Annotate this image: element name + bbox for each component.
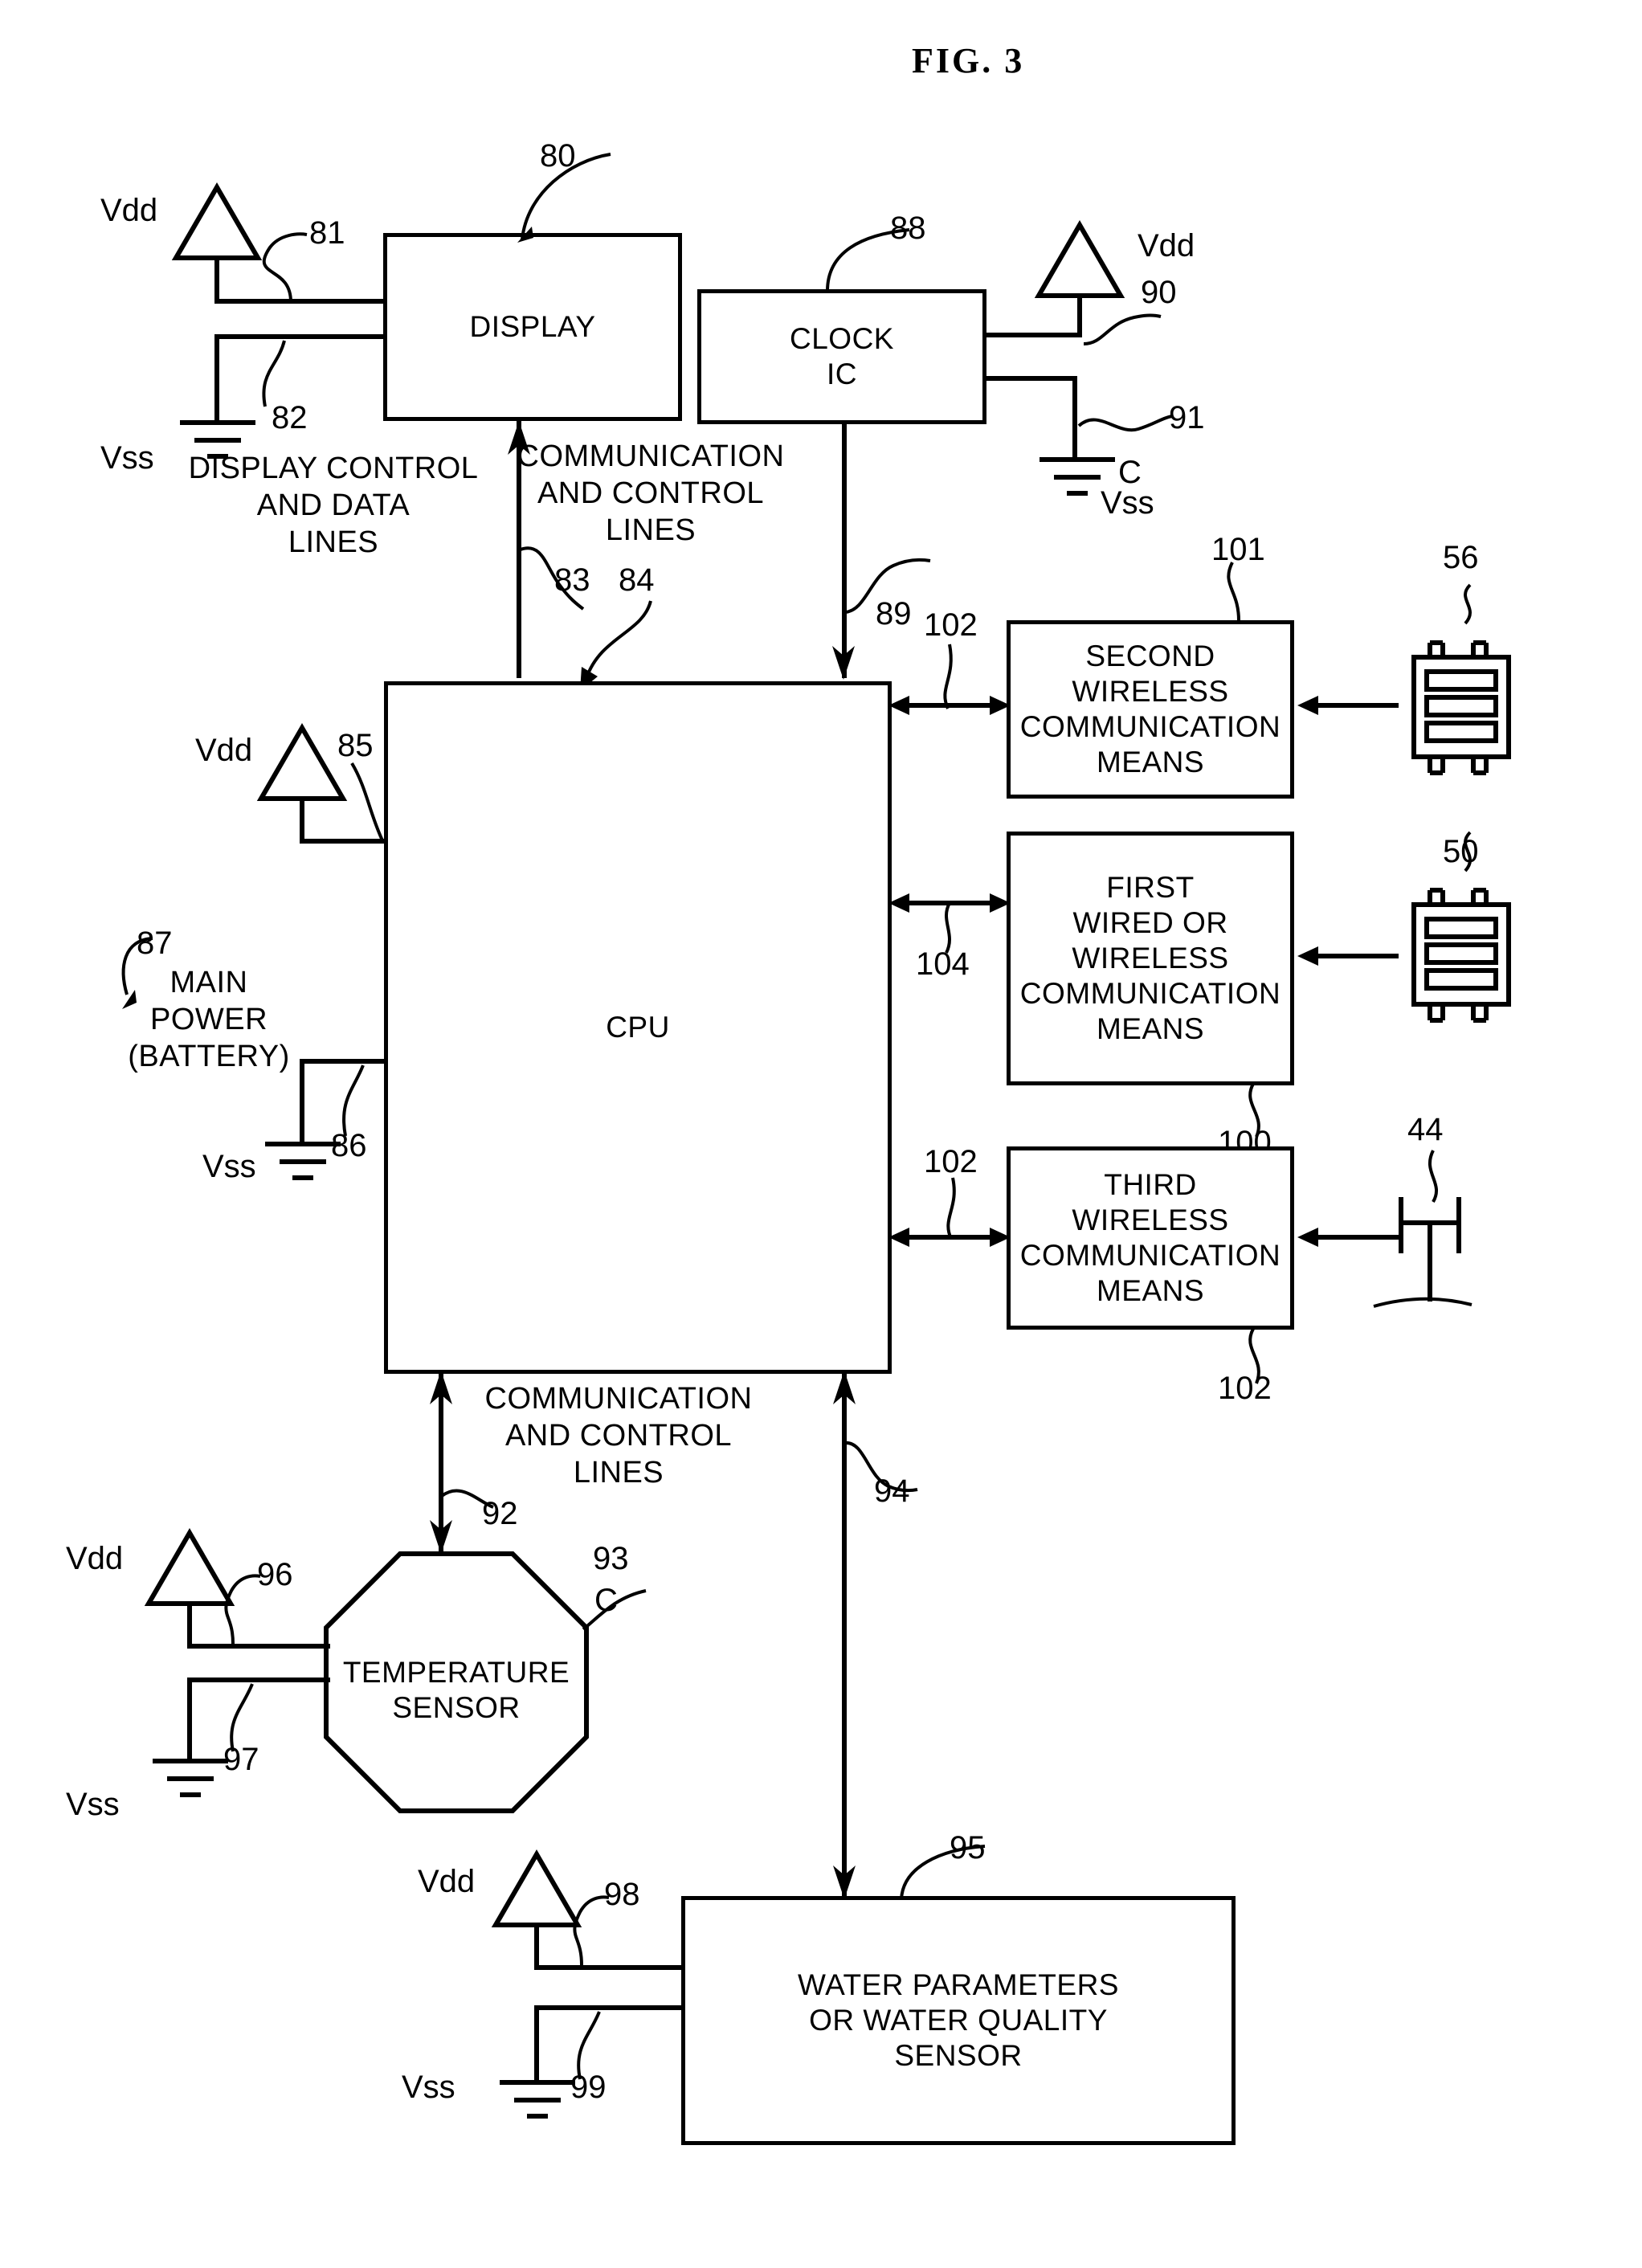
- cpu-block-label: CPU: [606, 1011, 670, 1044]
- ref-102-top: 102: [924, 607, 978, 643]
- leader-85: [350, 762, 384, 841]
- ref-44: 44: [1407, 1112, 1444, 1147]
- ref-94: 94: [874, 1473, 910, 1509]
- arrow-up-to-display-icon: [508, 421, 530, 455]
- second-wireless-block-label: SECOND WIRELESS COMMUNICATION MEANS: [1019, 640, 1281, 778]
- ref-88: 88: [890, 210, 926, 246]
- display-block-label: DISPLAY: [469, 310, 596, 343]
- temperature-sensor-label: TEMPERATURE SENSOR: [342, 1656, 570, 1724]
- vss-label-91: Vss: [1101, 485, 1154, 521]
- vdd-85-stem: [300, 797, 304, 844]
- ref-56: 56: [1443, 540, 1479, 575]
- main-power-label: MAIN POWER (BATTERY): [128, 966, 290, 1073]
- ref-86: 86: [331, 1128, 367, 1163]
- vss-label-97: Vss: [66, 1787, 120, 1822]
- ref-92: 92: [482, 1496, 518, 1531]
- ref-97: 97: [223, 1742, 259, 1777]
- vss-label-99: Vss: [402, 2070, 455, 2105]
- ref-93: 93: [593, 1541, 629, 1576]
- figure-title: FIG. 3: [912, 41, 1025, 80]
- vdd-96-stem: [187, 1602, 192, 1649]
- ref-84: 84: [619, 562, 655, 598]
- vdd-label-98: Vdd: [418, 1864, 476, 1899]
- ref-82: 82: [272, 400, 308, 435]
- ref-104: 104: [916, 946, 970, 982]
- cpu-block[interactable]: CPU: [384, 681, 892, 1374]
- vss-99-stem: [534, 2005, 539, 2084]
- vss-91-wire: [986, 376, 1077, 381]
- ref-85: 85: [337, 728, 374, 763]
- ref-90: 90: [1141, 275, 1177, 310]
- display-block[interactable]: DISPLAY: [383, 233, 682, 421]
- vss-86-stem: [300, 1059, 304, 1146]
- ref-98: 98: [604, 1877, 640, 1912]
- water-sensor-block[interactable]: WATER PARAMETERS OR WATER QUALITY SENSOR: [681, 1896, 1236, 2145]
- arrow-up-to-cpu-92-icon: [430, 1371, 452, 1404]
- clock-ic-block[interactable]: CLOCK IC: [697, 289, 986, 424]
- ref-102-bottom: 102: [1218, 1371, 1272, 1406]
- arrow-down-to-cpu-icon: [832, 646, 855, 680]
- vdd-90-wire: [986, 333, 1082, 337]
- third-wireless-block[interactable]: THIRD WIRELESS COMMUNICATION MEANS: [1007, 1146, 1294, 1330]
- vdd-label-96: Vdd: [66, 1541, 124, 1576]
- ref-91: 91: [1169, 400, 1205, 435]
- arrow-second-wireless-device56-icon: [1297, 696, 1399, 715]
- vdd-label-85: Vdd: [195, 733, 253, 768]
- ref-101: 101: [1211, 532, 1265, 567]
- filter-cartridge-56-icon: [1411, 640, 1511, 775]
- second-wireless-block[interactable]: SECOND WIRELESS COMMUNICATION MEANS: [1007, 620, 1294, 799]
- ref-102-mid: 102: [924, 1144, 978, 1179]
- vss-97-stem: [187, 1678, 192, 1763]
- leader-56: [1464, 583, 1472, 625]
- arrow-up-to-cpu-94-icon: [833, 1371, 856, 1404]
- ref-99: 99: [570, 2070, 607, 2105]
- vss-82-stem: [214, 334, 219, 424]
- leader-102-mid: [946, 1177, 956, 1240]
- third-wireless-block-label: THIRD WIRELESS COMMUNICATION MEANS: [1019, 1168, 1281, 1307]
- arrow-first-wireless-device50-icon: [1297, 946, 1399, 966]
- first-wired-wireless-block-label: FIRST WIRED OR WIRELESS COMMUNICATION ME…: [1019, 871, 1281, 1045]
- ref-89: 89: [876, 596, 912, 631]
- vss-label-82: Vss: [100, 440, 154, 476]
- clock-ic-block-label: CLOCK IC: [790, 322, 894, 390]
- leader-44: [1428, 1150, 1439, 1203]
- ref-95: 95: [950, 1830, 986, 1865]
- vdd-81-stem: [214, 257, 219, 304]
- ref-83: 83: [554, 562, 590, 598]
- vss-label-86: Vss: [202, 1149, 256, 1184]
- first-wired-wireless-block[interactable]: FIRST WIRED OR WIRELESS COMMUNICATION ME…: [1007, 832, 1294, 1085]
- vdd-label-90: Vdd: [1138, 228, 1195, 264]
- filter-cartridge-50-icon: [1411, 888, 1511, 1023]
- vdd-label-81: Vdd: [100, 193, 158, 228]
- water-sensor-block-label: WATER PARAMETERS OR WATER QUALITY SENSOR: [798, 1968, 1119, 2072]
- leader-102-top: [943, 644, 953, 709]
- figure-canvas: FIG. 3 Vdd 81 82 Vss DISPLAY 80 CLOCK IC…: [0, 0, 1642, 2268]
- ref-50: 50: [1443, 834, 1479, 869]
- ref-81: 81: [309, 215, 345, 251]
- vdd-98-stem: [534, 1923, 539, 1970]
- cap-label-93: C: [594, 1583, 618, 1618]
- ref-96: 96: [257, 1557, 293, 1592]
- ref-87: 87: [137, 926, 173, 961]
- ref-80: 80: [540, 138, 576, 174]
- display-control-lines-label: DISPLAY CONTROL AND DATA LINES: [188, 452, 479, 559]
- comm-control-lines-bottom-label: COMMUNICATION AND CONTROL LINES: [484, 1382, 753, 1490]
- arrow-down-to-water-sensor-icon: [833, 1865, 856, 1899]
